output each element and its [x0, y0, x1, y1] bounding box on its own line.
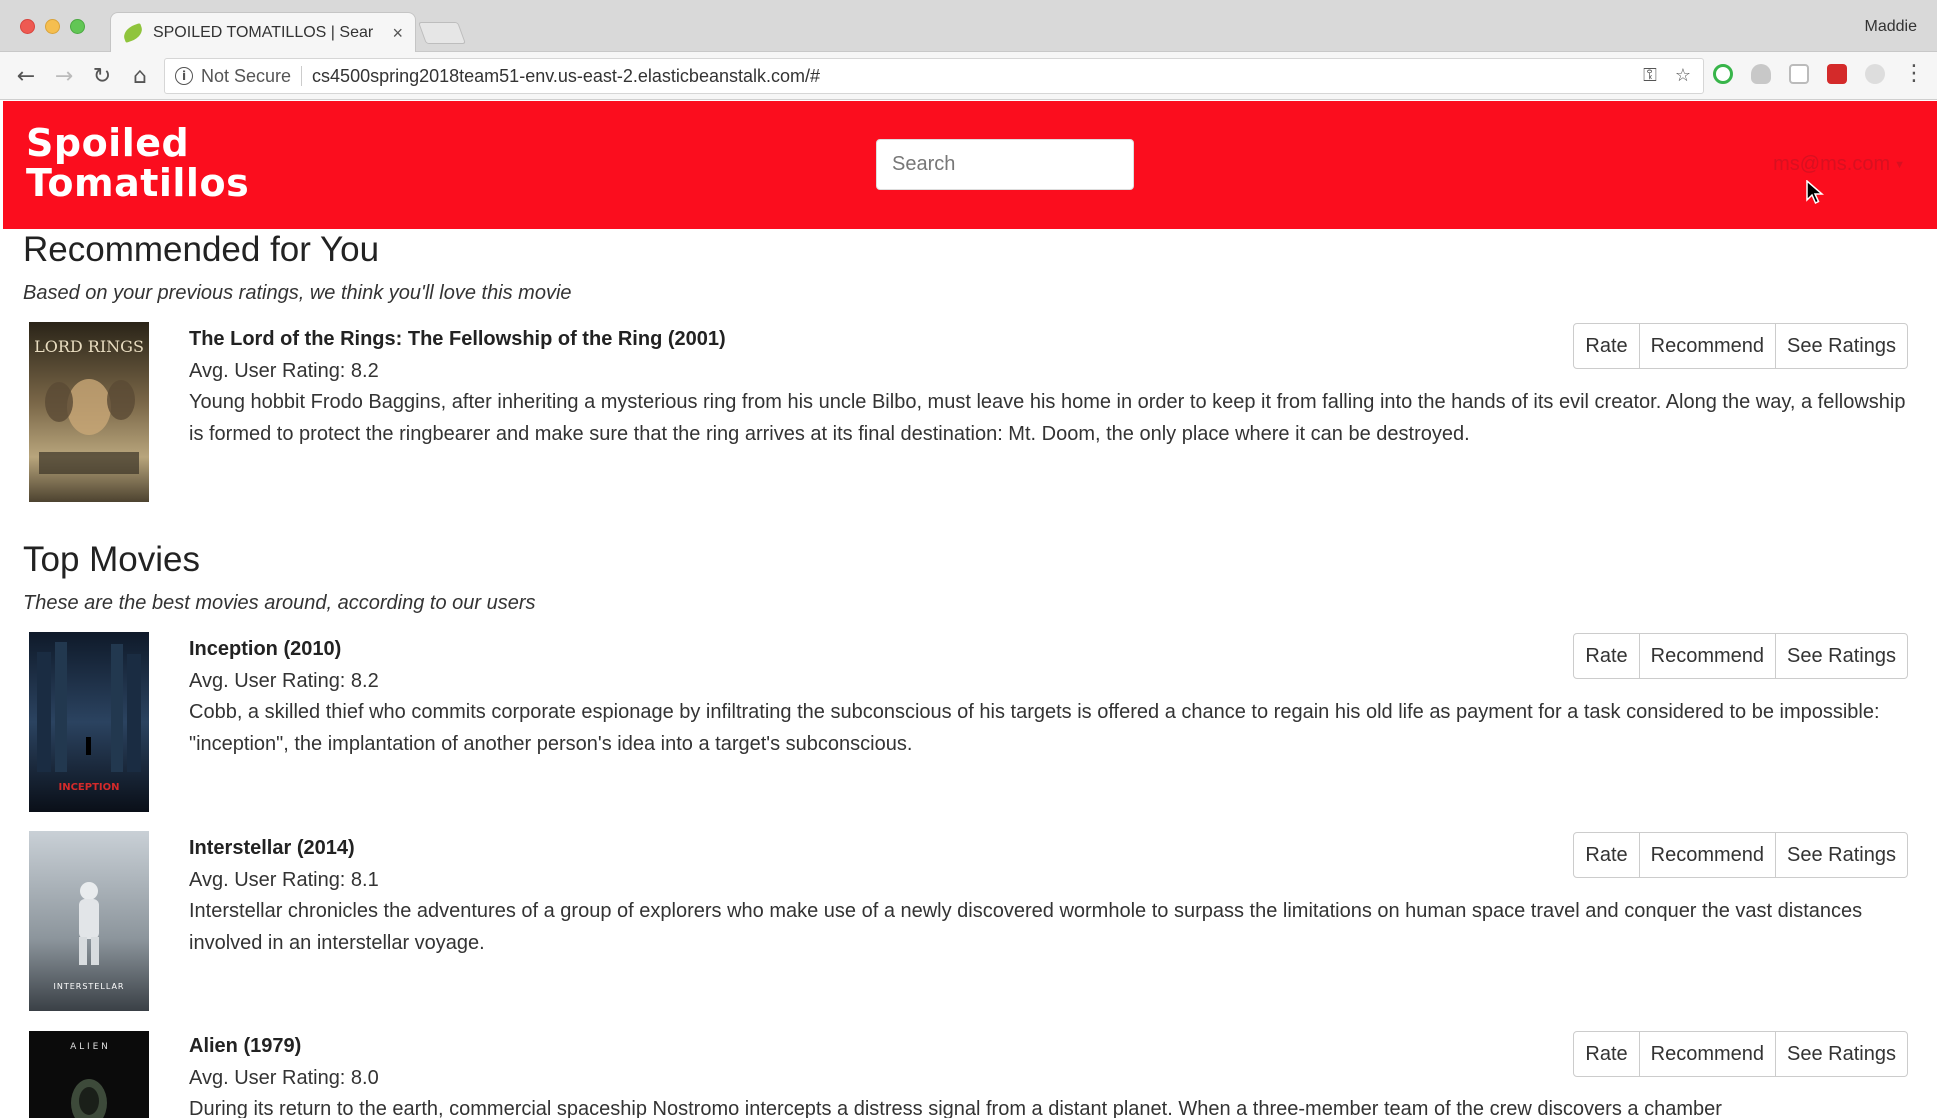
movie-actions: Rate Recommend See Ratings	[1573, 832, 1908, 878]
recommend-button[interactable]: Recommend	[1638, 633, 1777, 679]
movie-title[interactable]: Alien (1979)	[189, 1035, 301, 1058]
home-icon[interactable]: ⌂	[126, 62, 154, 90]
extension-faint-icon[interactable]	[1865, 64, 1885, 84]
extension-green-icon[interactable]	[1713, 64, 1733, 84]
movie-rating: Avg. User Rating: 8.0	[189, 1067, 379, 1089]
poster-text: A L I E N	[70, 1042, 108, 1052]
site-header: Spoiled Tomatillos ms@ms.com▼	[3, 101, 1937, 229]
recommend-button[interactable]: Recommend	[1638, 323, 1777, 369]
logo-line-1: Spoiled	[26, 121, 190, 165]
close-window-button[interactable]	[20, 19, 35, 34]
movie-description: Interstellar chronicles the adventures o…	[189, 900, 1863, 954]
browser-toolbar: ← → ↻ ⌂ i Not Secure cs4500spring2018tea…	[0, 52, 1937, 100]
browser-titlebar: SPOILED TOMATILLOS | Sear × Maddie	[0, 0, 1937, 53]
movie-actions: Rate Recommend See Ratings	[1573, 1031, 1908, 1077]
recommended-title: Recommended for You	[23, 230, 380, 269]
movie-poster[interactable]: A L I E N	[29, 1031, 149, 1118]
rate-button[interactable]: Rate	[1573, 1031, 1640, 1077]
extension-red-icon[interactable]	[1827, 64, 1847, 84]
address-bar[interactable]: i Not Secure cs4500spring2018team51-env.…	[164, 58, 1704, 94]
movie-title[interactable]: Inception (2010)	[189, 638, 341, 661]
see-ratings-button[interactable]: See Ratings	[1775, 832, 1908, 878]
movie-rating: Avg. User Rating: 8.2	[189, 360, 379, 382]
recommend-button[interactable]: Recommend	[1638, 1031, 1777, 1077]
extension-skype-icon[interactable]	[1789, 64, 1809, 84]
minimize-window-button[interactable]	[45, 19, 60, 34]
poster-text: INTERSTELLAR	[54, 982, 125, 991]
see-ratings-button[interactable]: See Ratings	[1775, 323, 1908, 369]
browser-menu-icon[interactable]: ⋮	[1903, 63, 1925, 85]
mouse-cursor-icon	[1806, 180, 1824, 205]
browser-profile-name[interactable]: Maddie	[1865, 18, 1917, 36]
movie-title[interactable]: Interstellar (2014)	[189, 837, 355, 860]
movie-title[interactable]: The Lord of the Rings: The Fellowship of…	[189, 328, 726, 351]
rate-button[interactable]: Rate	[1573, 323, 1640, 369]
movie-poster[interactable]: INCEPTION	[29, 632, 149, 812]
url-text[interactable]: cs4500spring2018team51-env.us-east-2.ela…	[312, 66, 820, 87]
reload-icon[interactable]: ↻	[88, 62, 116, 90]
movie-actions: Rate Recommend See Ratings	[1573, 323, 1908, 369]
poster-text: LORD RINGS	[34, 337, 144, 356]
see-ratings-button[interactable]: See Ratings	[1775, 633, 1908, 679]
movie-rating: Avg. User Rating: 8.1	[189, 869, 379, 891]
movie-description: Cobb, a skilled thief who commits corpor…	[189, 701, 1880, 755]
movie-rating: Avg. User Rating: 8.2	[189, 670, 379, 692]
key-icon[interactable]: ⚿	[1643, 65, 1657, 86]
tomatillo-favicon-icon	[121, 23, 145, 43]
url-divider	[301, 66, 303, 86]
search-input[interactable]	[876, 139, 1134, 190]
movie-poster[interactable]: LORD RINGS	[29, 322, 149, 502]
movie-description: During its return to the earth, commerci…	[189, 1098, 1722, 1118]
maximize-window-button[interactable]	[70, 19, 85, 34]
new-tab-button[interactable]	[417, 22, 467, 44]
movie-poster[interactable]: INTERSTELLAR	[29, 831, 149, 1011]
top-movies-title: Top Movies	[23, 540, 201, 579]
caret-down-icon: ▼	[1894, 158, 1905, 171]
rate-button[interactable]: Rate	[1573, 832, 1640, 878]
site-logo[interactable]: Spoiled Tomatillos	[26, 123, 249, 203]
recommend-button[interactable]: Recommend	[1638, 832, 1777, 878]
user-menu-dropdown[interactable]: ms@ms.com ▼	[1773, 153, 1905, 176]
forward-icon[interactable]: →	[50, 62, 78, 90]
logo-line-2: Tomatillos	[26, 161, 250, 205]
back-icon[interactable]: ←	[12, 62, 40, 90]
bookmark-star-icon[interactable]: ☆	[1675, 65, 1691, 86]
extensions-bar: ⋮	[1713, 63, 1925, 85]
see-ratings-button[interactable]: See Ratings	[1775, 1031, 1908, 1077]
tab-title: SPOILED TOMATILLOS | Sear	[152, 24, 374, 41]
rate-button[interactable]: Rate	[1573, 633, 1640, 679]
close-tab-icon[interactable]: ×	[392, 23, 403, 44]
security-label: Not Secure	[201, 65, 292, 86]
movie-description: Young hobbit Frodo Baggins, after inheri…	[189, 391, 1906, 445]
movie-actions: Rate Recommend See Ratings	[1573, 633, 1908, 679]
info-icon[interactable]: i	[175, 67, 193, 85]
extension-cloud-icon[interactable]	[1751, 64, 1771, 84]
top-movies-subtitle: These are the best movies around, accord…	[23, 592, 536, 614]
poster-text: INCEPTION	[58, 782, 119, 793]
user-email: ms@ms.com	[1773, 153, 1891, 175]
recommended-subtitle: Based on your previous ratings, we think…	[23, 282, 572, 304]
browser-tab[interactable]: SPOILED TOMATILLOS | Sear ×	[110, 12, 416, 53]
